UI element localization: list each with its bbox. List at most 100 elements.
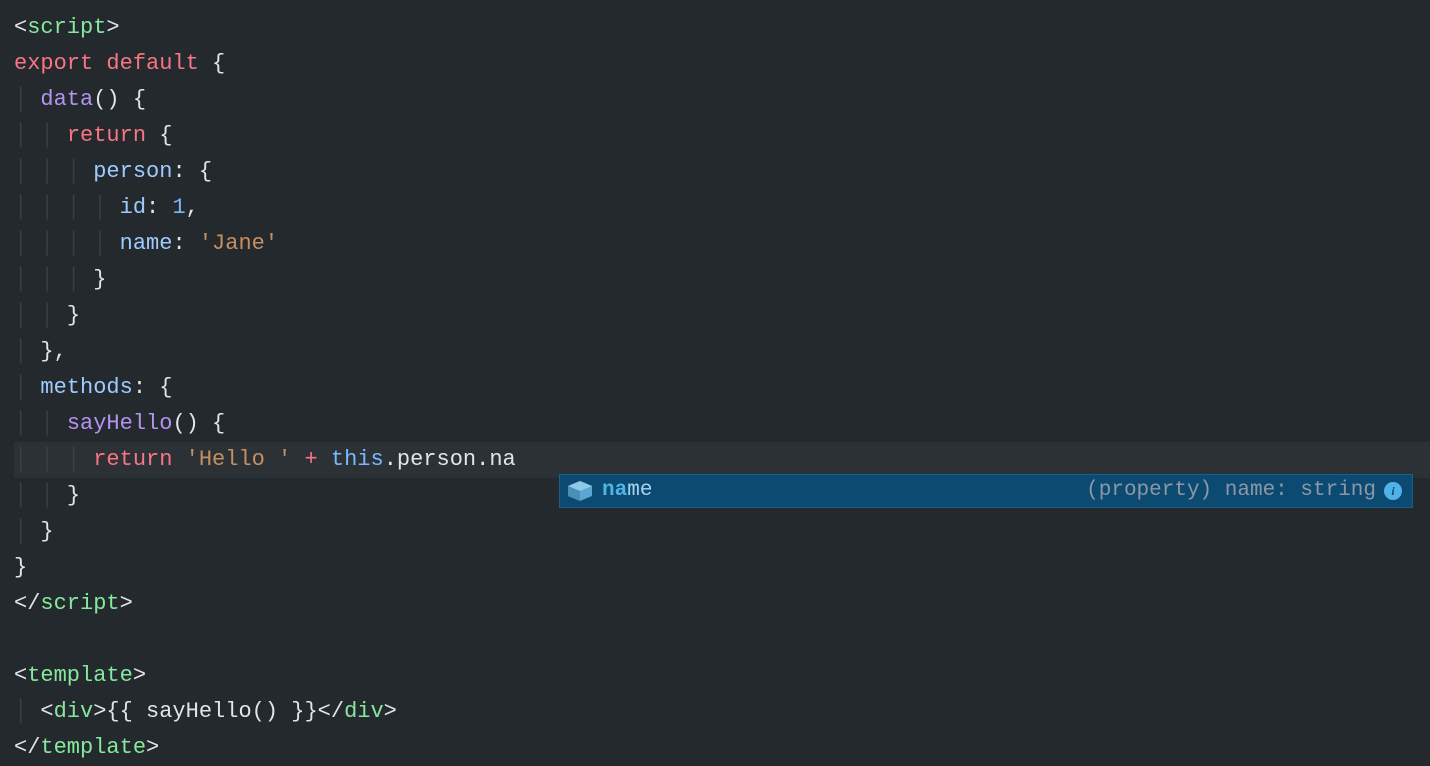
tag-bracket: >	[384, 699, 397, 724]
brace: }	[40, 339, 53, 364]
colon: :	[146, 195, 159, 220]
indent-guide: │	[14, 483, 27, 508]
indent-guide: │	[40, 231, 53, 256]
brace: {	[199, 51, 225, 76]
code-editor[interactable]: <script> export default { │ data() { │ │…	[0, 0, 1430, 766]
tag-bracket: <	[14, 15, 27, 40]
brace: }	[67, 303, 80, 328]
tag-bracket: >	[133, 663, 146, 688]
code-line: │ │ │ │ id: 1,	[14, 190, 1430, 226]
indent-guide: │	[67, 267, 80, 292]
indent-guide: │	[14, 195, 27, 220]
indent-guide: │	[40, 303, 53, 328]
code-line: │ │ return {	[14, 118, 1430, 154]
colon: :	[133, 375, 146, 400]
indent-guide: │	[40, 123, 53, 148]
tag-bracket: >	[120, 591, 133, 616]
tag-bracket: >	[146, 735, 159, 760]
indent-guide: │	[14, 303, 27, 328]
code-line: │ │ }	[14, 298, 1430, 334]
brace: {	[146, 123, 172, 148]
brace: {	[120, 87, 146, 112]
indent-guide: │	[67, 159, 80, 184]
comma: ,	[54, 339, 67, 364]
number-literal: 1	[172, 195, 185, 220]
code-line: <script>	[14, 10, 1430, 46]
template-expression: {{ sayHello() }}	[106, 699, 317, 724]
tag-name: script	[27, 15, 106, 40]
brace: {	[186, 159, 212, 184]
autocomplete-type-info: (property) name: string	[1086, 473, 1376, 509]
parens: ()	[93, 87, 119, 112]
indent-guide: │	[14, 87, 27, 112]
code-line: │ data() {	[14, 82, 1430, 118]
indent-guide: │	[67, 195, 80, 220]
code-line: │ │ │ person: {	[14, 154, 1430, 190]
brace: {	[199, 411, 225, 436]
indent-guide: │	[14, 375, 27, 400]
string-literal: 'Hello '	[186, 447, 292, 472]
tag-bracket: >	[106, 15, 119, 40]
indent-guide: │	[14, 447, 27, 472]
brace: }	[14, 555, 27, 580]
keyword-return: return	[93, 447, 172, 472]
autocomplete-detail: (property) name: string i	[1086, 473, 1412, 509]
property-access: person	[397, 447, 476, 472]
code-line: <template>	[14, 658, 1430, 694]
code-line: │ <div>{{ sayHello() }}</div>	[14, 694, 1430, 730]
indent-guide: │	[93, 195, 106, 220]
indent-guide: │	[14, 339, 27, 364]
property-access-partial: na	[489, 447, 515, 472]
dot: .	[476, 447, 489, 472]
brace: }	[67, 483, 80, 508]
code-line: </script>	[14, 586, 1430, 622]
indent-guide: │	[14, 519, 27, 544]
property-name: id	[120, 195, 146, 220]
code-line: │ │ sayHello() {	[14, 406, 1430, 442]
code-line: }	[14, 550, 1430, 586]
brace: }	[40, 519, 53, 544]
colon: :	[172, 159, 185, 184]
code-line: │ }	[14, 514, 1430, 550]
tag-bracket: <	[40, 699, 53, 724]
property-icon	[568, 481, 592, 501]
tag-name: div	[54, 699, 94, 724]
method-name: sayHello	[67, 411, 173, 436]
code-line: │ │ │ }	[14, 262, 1430, 298]
indent-guide: │	[14, 699, 27, 724]
autocomplete-match: na	[602, 479, 627, 502]
tag-bracket: <	[14, 663, 27, 688]
tag-bracket: >	[93, 699, 106, 724]
property-name: methods	[40, 375, 132, 400]
comma: ,	[186, 195, 199, 220]
indent-guide: │	[14, 231, 27, 256]
keyword-this: this	[331, 447, 384, 472]
colon: :	[172, 231, 185, 256]
indent-guide: │	[40, 411, 53, 436]
dot: .	[384, 447, 397, 472]
brace: {	[146, 375, 172, 400]
tag-bracket: </	[14, 735, 40, 760]
code-line: export default {	[14, 46, 1430, 82]
info-icon[interactable]: i	[1384, 482, 1402, 500]
tag-bracket: </	[318, 699, 344, 724]
code-line: │ },	[14, 334, 1430, 370]
code-line-blank	[14, 622, 1430, 658]
code-line: │ methods: {	[14, 370, 1430, 406]
property-name: person	[93, 159, 172, 184]
autocomplete-popup[interactable]: name (property) name: string i	[559, 474, 1413, 508]
autocomplete-rest: me	[627, 479, 652, 502]
property-name: name	[120, 231, 173, 256]
indent-guide: │	[67, 231, 80, 256]
indent-guide: │	[40, 447, 53, 472]
indent-guide: │	[67, 447, 80, 472]
tag-name: script	[40, 591, 119, 616]
code-line: │ │ │ │ name: 'Jane'	[14, 226, 1430, 262]
keyword-default: default	[106, 51, 198, 76]
indent-guide: │	[14, 411, 27, 436]
tag-name: div	[344, 699, 384, 724]
autocomplete-suggestion[interactable]: name	[602, 473, 652, 509]
operator: +	[291, 447, 331, 472]
tag-bracket: </	[14, 591, 40, 616]
brace: }	[93, 267, 106, 292]
